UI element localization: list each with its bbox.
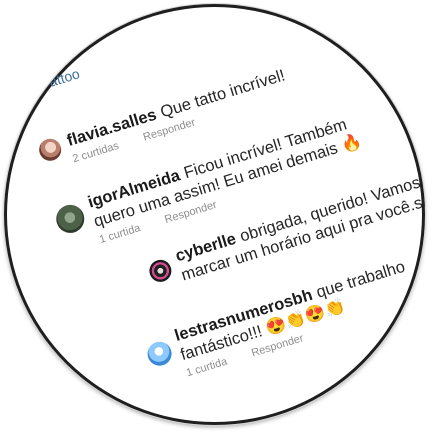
avatar[interactable] — [144, 338, 175, 369]
avatar[interactable] — [146, 257, 175, 285]
avatar[interactable] — [36, 136, 64, 164]
heart-outline-icon[interactable]: ♡ — [398, 30, 416, 51]
avatar[interactable] — [52, 201, 88, 237]
comments-list: attoo flavia.sallesQue tatto incrível! 2… — [4, 4, 425, 379]
comments-card: attoo flavia.sallesQue tatto incrível! 2… — [4, 4, 425, 425]
view-more-link[interactable]: ver mais — [374, 338, 419, 362]
header-partial-text: attoo — [47, 65, 82, 90]
